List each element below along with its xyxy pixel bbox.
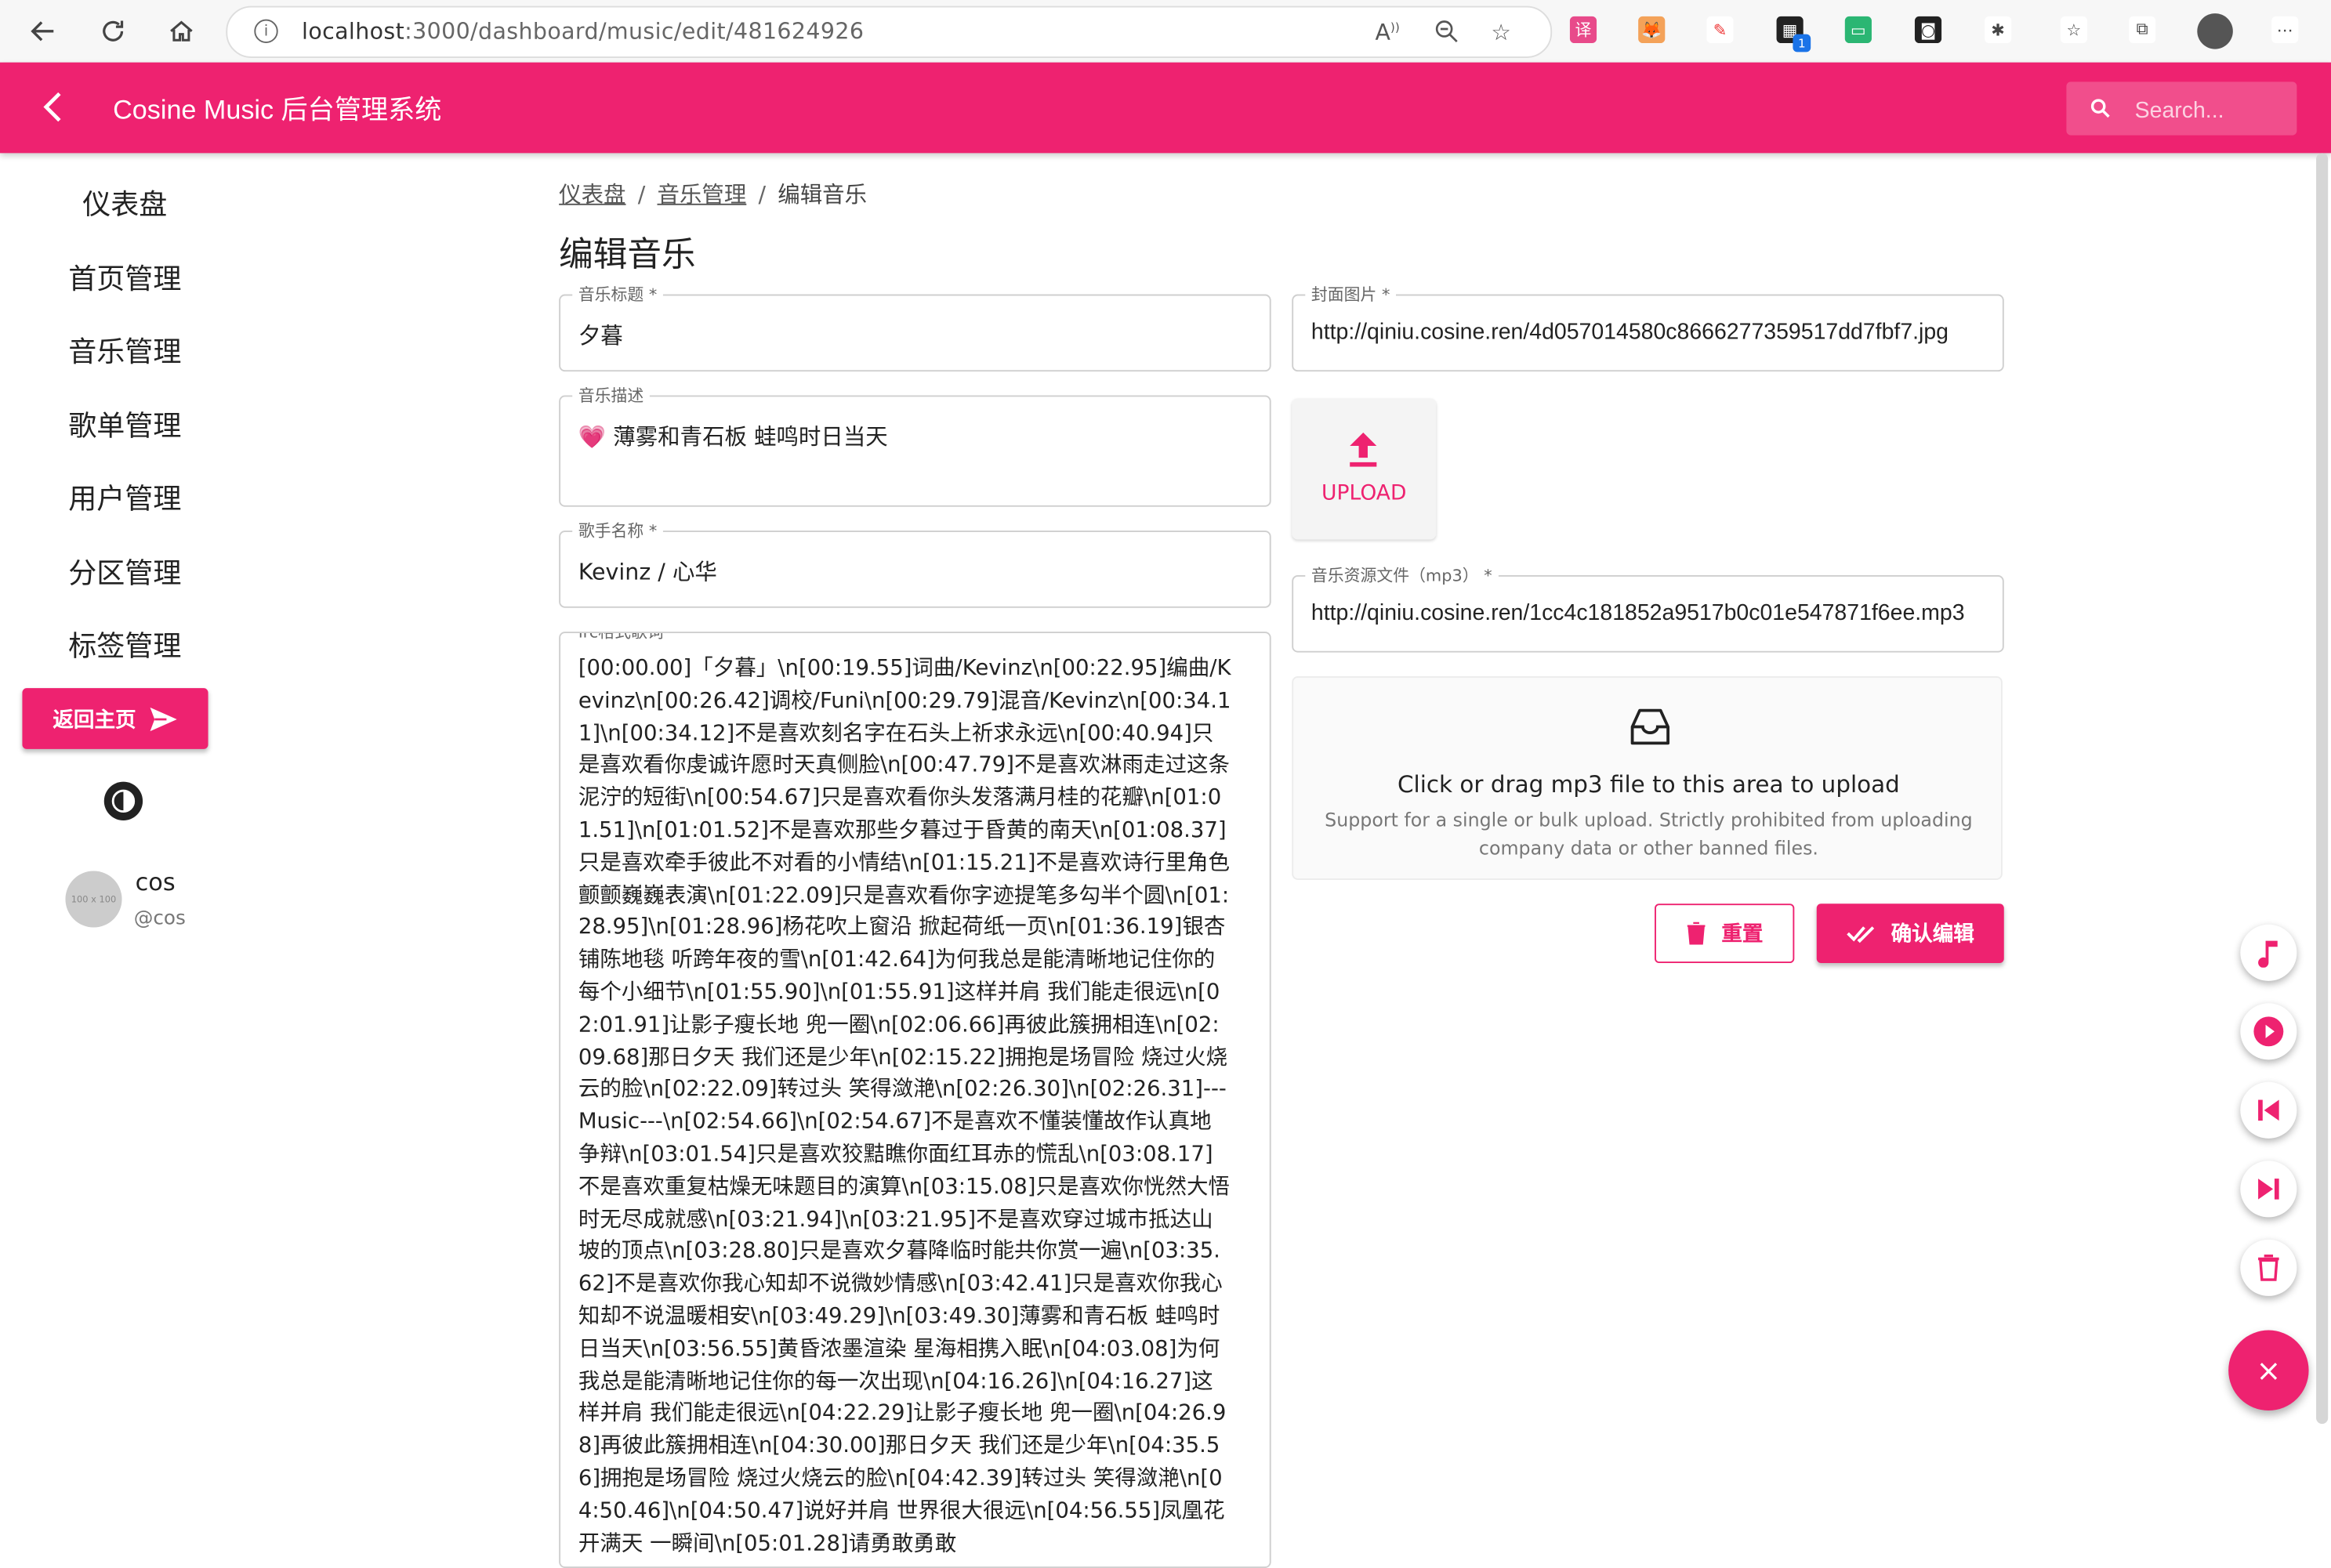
mp3-resource-label: 音乐资源文件（mp3） * (1305, 563, 1499, 588)
mp3-resource-url: http://qiniu.cosine.ren/1cc4c181852a9517… (1311, 600, 1965, 626)
sidebar-item-music-management[interactable]: 音乐管理 (0, 330, 250, 370)
cover-image-url: http://qiniu.cosine.ren/4d057014580c8666… (1311, 319, 1949, 346)
browser-back-icon[interactable] (25, 13, 61, 49)
back-home-button[interactable]: 返回主页 (22, 688, 208, 749)
reset-button[interactable]: 重置 (1655, 904, 1795, 964)
browser-menu-icon[interactable]: ⋯ (2271, 16, 2299, 44)
inbox-icon (1630, 708, 1669, 745)
app-title: Cosine Music 后台管理系统 (113, 95, 442, 125)
confirm-edit-button[interactable]: 确认编辑 (1816, 904, 2004, 964)
breadcrumb-separator: / (758, 181, 767, 208)
sidebar-item-dashboard[interactable]: 仪表盘 (0, 183, 250, 223)
page-scrollbar[interactable] (2316, 153, 2329, 1425)
lrc-lyrics-field[interactable]: lrc格式歌词 [00:00.00]「夕暮」\n[00:19.55]词曲/Kev… (559, 632, 1271, 1568)
confirm-label: 确认编辑 (1891, 922, 1974, 947)
sidebar-item-section-management[interactable]: 分区管理 (0, 552, 250, 592)
delete-icon (2258, 1255, 2279, 1281)
music-description-field[interactable]: 音乐描述 💗 薄雾和青石板 蛙鸣时日当天 (559, 383, 1271, 507)
read-aloud-icon[interactable]: A)) (1375, 20, 1399, 46)
extensions-puzzle-icon[interactable]: ✱ (1985, 16, 2012, 44)
drop-zone-hint: Support for a single or bulk upload. Str… (1325, 808, 1973, 860)
skip-next-icon (2258, 1179, 2279, 1200)
back-home-label: 返回主页 (53, 708, 136, 733)
address-bar[interactable]: i localhost:3000/dashboard/music/edit/48… (226, 5, 1553, 58)
profile-avatar[interactable] (2197, 13, 2233, 49)
mp3-resource-field[interactable]: 音乐资源文件（mp3） * http://qiniu.cosine.ren/1c… (1292, 563, 2004, 653)
upload-icon (1350, 432, 1377, 467)
browser-toolbar: i localhost:3000/dashboard/music/edit/48… (0, 0, 2331, 64)
sidebar-item-playlist-management[interactable]: 歌单管理 (0, 404, 250, 444)
sidebar: 仪表盘 首页管理 音乐管理 歌单管理 用户管理 分区管理 标签管理 返回主页 1… (0, 153, 250, 1545)
music-note-button[interactable] (2240, 924, 2297, 981)
sidebar-item-user-management[interactable]: 用户管理 (0, 477, 250, 517)
upload-button[interactable]: UPLOAD (1292, 398, 1437, 540)
upload-label: UPLOAD (1321, 481, 1407, 505)
page-title: 编辑音乐 (559, 236, 696, 275)
music-description-label: 音乐描述 (572, 383, 650, 407)
app-header: Cosine Music 后台管理系统 (0, 62, 2331, 154)
singer-name-field[interactable]: 歌手名称 * Kevinz / 心华 (559, 518, 1271, 608)
trash-icon (1687, 922, 1706, 945)
user-handle: @cos (133, 907, 186, 931)
browser-home-icon[interactable] (164, 13, 200, 49)
browser-refresh-icon[interactable] (95, 13, 131, 49)
music-title-value: 夕暮 (578, 322, 623, 349)
theme-toggle-icon[interactable] (101, 779, 146, 824)
play-button[interactable] (2240, 1003, 2297, 1060)
play-icon (2253, 1016, 2284, 1047)
clear-playlist-button[interactable] (2240, 1239, 2297, 1296)
collections-icon[interactable]: ⧉ (2129, 16, 2156, 44)
favorite-add-icon[interactable]: ☆ (1491, 20, 1511, 46)
url-text: localhost:3000/dashboard/music/edit/4816… (302, 17, 865, 45)
send-icon (149, 706, 176, 731)
back-arrow-icon[interactable] (36, 89, 72, 125)
zoom-icon[interactable] (1434, 20, 1458, 49)
reset-label: 重置 (1721, 922, 1764, 947)
sidebar-item-home-management[interactable]: 首页管理 (0, 257, 250, 297)
search-input[interactable] (2131, 81, 2287, 139)
close-icon: × (2256, 1352, 2282, 1389)
search-icon (2090, 99, 2110, 118)
breadcrumb-dashboard[interactable]: 仪表盘 (559, 181, 625, 208)
user-name: cos (135, 867, 176, 896)
close-fab-button[interactable]: × (2228, 1330, 2309, 1410)
glasses-extension-icon[interactable]: ◙ (1914, 16, 1942, 44)
skip-previous-button[interactable] (2240, 1081, 2297, 1139)
breadcrumb-separator: / (637, 181, 646, 208)
singer-name-label: 歌手名称 * (572, 518, 663, 543)
extension-badge: 1 (1793, 34, 1811, 53)
singer-name-value: Kevinz / 心华 (578, 559, 717, 586)
translate-extension-icon[interactable]: 译 (1569, 16, 1597, 44)
cover-image-field[interactable]: 封面图片 * http://qiniu.cosine.ren/4d0570145… (1292, 282, 2004, 372)
breadcrumb-current: 编辑音乐 (778, 181, 868, 208)
breadcrumb-music-management[interactable]: 音乐管理 (657, 181, 746, 208)
pen-extension-icon[interactable]: ✎ (1706, 16, 1734, 44)
skip-next-button[interactable] (2240, 1161, 2297, 1218)
avatar[interactable]: 100 x 100 (65, 871, 122, 928)
drop-zone-title: Click or drag mp3 file to this area to u… (1398, 771, 1900, 798)
mp3-drop-zone[interactable]: Click or drag mp3 file to this area to u… (1292, 675, 2003, 880)
sidebar-item-tag-management[interactable]: 标签管理 (0, 625, 250, 664)
site-info-icon[interactable]: i (254, 19, 278, 44)
double-check-icon (1847, 926, 1875, 943)
breadcrumb: 仪表盘 / 音乐管理 / 编辑音乐 (559, 179, 867, 210)
search-box[interactable] (2066, 81, 2297, 139)
cover-image-label: 封面图片 * (1305, 282, 1397, 306)
skip-previous-icon (2258, 1099, 2279, 1121)
music-note-icon (2258, 940, 2278, 968)
lrc-lyrics-value: [00:00.00]「夕暮」\n[00:19.55]词曲/Kevinz\n[00… (578, 657, 1231, 1555)
music-description-value: 💗 薄雾和青石板 蛙鸣时日当天 (578, 423, 888, 451)
favorites-icon[interactable]: ☆ (2060, 16, 2087, 44)
music-title-field[interactable]: 音乐标题 * 夕暮 (559, 282, 1271, 372)
music-title-label: 音乐标题 * (572, 282, 663, 306)
lrc-lyrics-label: lrc格式歌词 (572, 632, 670, 644)
metamask-extension-icon[interactable]: 🦊 (1638, 16, 1666, 44)
chat-extension-icon[interactable]: ▭ (1844, 16, 1872, 44)
